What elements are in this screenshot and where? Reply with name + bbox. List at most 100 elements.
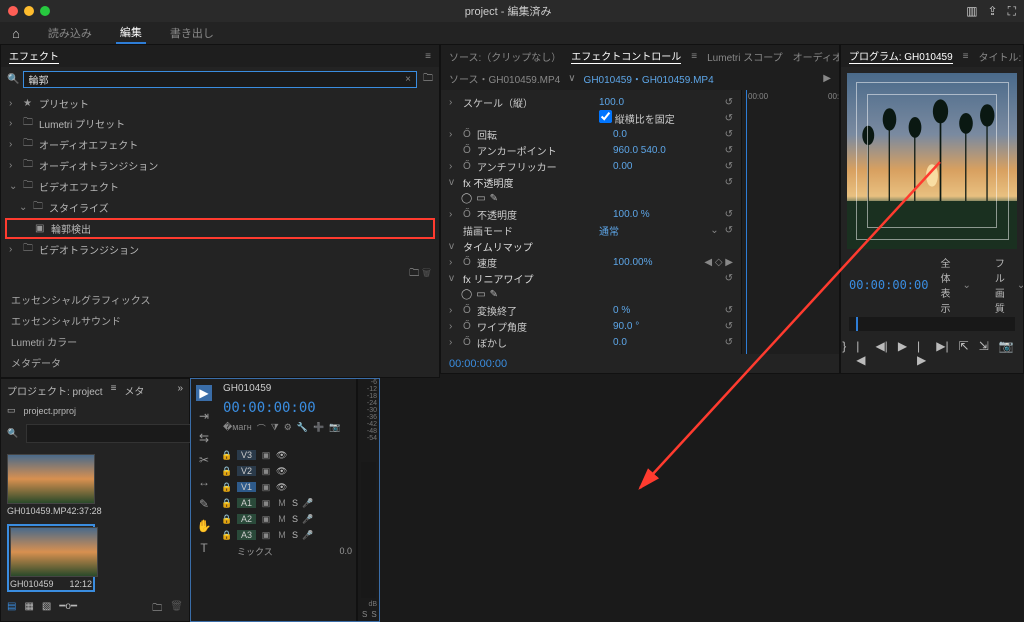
- lift-icon[interactable]: ⇱: [959, 339, 969, 367]
- collapsed-panels-list: エッセンシャルグラフィックス エッセンシャルサウンド Lumetri カラー メ…: [1, 287, 439, 378]
- mark-out-icon[interactable]: }: [842, 339, 846, 367]
- timeline-panel: ▶ ⇥ ⇆ ✂ ↔ ✎ ✋ T GH010459 00:00:00:00 �ма…: [190, 378, 380, 622]
- wrench-icon[interactable]: 🔧: [297, 422, 308, 435]
- project-file-icon: ▭: [7, 405, 16, 416]
- type-tool-icon[interactable]: T: [200, 541, 207, 555]
- project-search-input[interactable]: [26, 424, 213, 443]
- aspect-lock-checkbox[interactable]: [599, 110, 612, 123]
- minimize-icon[interactable]: [24, 6, 34, 16]
- export-frame-icon[interactable]: 📷: [999, 339, 1014, 367]
- timeline-timecode[interactable]: 00:00:00:00: [217, 398, 356, 418]
- fullscreen-icon[interactable]: ⛶: [1008, 4, 1016, 19]
- razor-tool-icon[interactable]: ✂: [199, 453, 209, 467]
- tree-audio-effects[interactable]: ›🗀オーディオエフェクト: [5, 134, 435, 155]
- window-controls[interactable]: [8, 6, 50, 16]
- bin-item[interactable]: GH010459.MP42:37:28: [7, 454, 95, 516]
- source-clip-label: ソース・GH010459.MP4: [449, 71, 560, 86]
- program-monitor: プログラム: GH010459 ≡ タイトル:（タイトルなし）: [840, 44, 1024, 374]
- sequence-name[interactable]: GH010459: [217, 379, 356, 398]
- quality-dropdown[interactable]: フル画質: [995, 255, 1005, 315]
- project-file-name: project.prproj: [24, 406, 77, 416]
- marker-icon[interactable]: ⧩: [271, 422, 279, 435]
- snap-icon[interactable]: �магн: [223, 422, 252, 435]
- new-bin-icon[interactable]: 🗀: [409, 268, 419, 279]
- tree-audio-transitions[interactable]: ›🗀オーディオトランジション: [5, 155, 435, 176]
- project-panel: プロジェクト: project ≡ メタ » ▭project.prproj 🔍…: [0, 378, 190, 622]
- linked-selection-icon[interactable]: ⌒: [257, 422, 266, 435]
- sequence-clip-label[interactable]: GH010459・GH010459.MP4: [584, 71, 714, 86]
- video-preview[interactable]: [847, 73, 1017, 249]
- tree-video-effects[interactable]: ⌄🗀ビデオエフェクト: [5, 176, 435, 197]
- reset-icon[interactable]: ↺: [725, 97, 733, 108]
- tab-effect-controls[interactable]: エフェクトコントロール: [571, 48, 681, 64]
- workspace-tabs: ⌂ 読み込み 編集 書き出し: [0, 22, 1024, 44]
- pen-tool-icon[interactable]: ✎: [199, 497, 209, 511]
- tab-title[interactable]: タイトル:（タイトルなし）: [978, 49, 1024, 64]
- trash-icon[interactable]: 🗑: [170, 601, 183, 618]
- rect-mask-icon[interactable]: ▭: [476, 193, 485, 204]
- search-icon: 🔍: [7, 428, 18, 439]
- clear-search-icon[interactable]: ×: [405, 74, 411, 85]
- tab-import[interactable]: 読み込み: [44, 23, 96, 43]
- effect-controls-timecode[interactable]: 00:00:00:00: [441, 354, 839, 374]
- share-icon[interactable]: ⇪: [988, 4, 998, 19]
- panel-lumetri-color[interactable]: Lumetri カラー: [5, 331, 435, 352]
- transport-controls: ▮ { } |◀ ◀| ▶ |▶ ▶| ⇱ ⇲ 📷 » ＋: [841, 333, 1023, 373]
- timeline-tools: ▶ ⇥ ⇆ ✂ ↔ ✎ ✋ T: [191, 379, 217, 621]
- window-title: project - 編集済み: [50, 3, 966, 19]
- step-forward-icon[interactable]: |▶: [917, 339, 926, 367]
- tree-lumetri-presets[interactable]: ›🗀Lumetri プリセット: [5, 113, 435, 134]
- audio-meters: -6 -12 -18 -24 -30 -36 -42 -48 -54 dB SS: [357, 379, 379, 621]
- program-tc-left[interactable]: 00:00:00:00: [849, 278, 928, 292]
- search-icon: 🔍: [7, 74, 19, 85]
- effect-find-edges[interactable]: ▣輪郭検出: [5, 218, 435, 239]
- ellipse-mask-icon[interactable]: ◯: [461, 193, 472, 204]
- play-icon[interactable]: ▶: [898, 339, 907, 367]
- program-scrubber[interactable]: [849, 317, 1015, 331]
- tree-stylize[interactable]: ⌄🗀スタイライズ: [5, 197, 435, 218]
- bin-item[interactable]: GH01045912:12: [7, 524, 95, 592]
- effects-panel: エフェクト ≡ 🔍 × 🗀 ›★プリセット ›🗀Lumetri プリセット ›🗀…: [0, 44, 440, 378]
- panel-essential-sound[interactable]: エッセンシャルサウンド: [5, 310, 435, 331]
- effects-search-input[interactable]: [23, 71, 417, 88]
- tab-audio-clip[interactable]: オーディオクリップ: [793, 49, 840, 64]
- go-in-icon[interactable]: |◀: [856, 339, 865, 367]
- trash-icon[interactable]: 🗑: [422, 268, 431, 279]
- tree-presets[interactable]: ›★プリセット: [5, 94, 435, 113]
- tab-project[interactable]: プロジェクト: project: [7, 383, 103, 398]
- tab-source[interactable]: ソース:（クリップなし）: [449, 49, 561, 64]
- tab-effects[interactable]: エフェクト: [9, 48, 59, 64]
- maximize-icon[interactable]: [40, 6, 50, 16]
- zoom-dropdown[interactable]: 全体表示: [940, 255, 950, 315]
- zoom-slider[interactable]: ━o━: [59, 601, 77, 618]
- tab-lumetri-scopes[interactable]: Lumetri スコープ: [707, 49, 783, 64]
- tree-video-transitions[interactable]: ›🗀ビデオトランジション: [5, 239, 435, 260]
- slip-tool-icon[interactable]: ↔: [198, 475, 210, 489]
- effect-controls-panel: ソース:（クリップなし） エフェクトコントロール ≡ Lumetri スコープ …: [440, 44, 840, 374]
- effects-tree: ›★プリセット ›🗀Lumetri プリセット ›🗀オーディオエフェクト ›🗀オ…: [1, 92, 439, 262]
- panel-menu-icon[interactable]: ≡: [691, 51, 697, 62]
- settings-icon[interactable]: ⚙: [284, 422, 292, 435]
- ripple-tool-icon[interactable]: ⇆: [199, 431, 209, 445]
- list-view-icon[interactable]: ▤: [7, 601, 16, 618]
- panel-metadata[interactable]: メタデータ: [5, 352, 435, 373]
- selection-tool-icon[interactable]: ▶: [196, 385, 211, 401]
- tab-edit[interactable]: 編集: [116, 22, 146, 44]
- home-icon[interactable]: ⌂: [8, 24, 24, 43]
- titlebar: project - 編集済み ▥ ⇪ ⛶: [0, 0, 1024, 22]
- play-only-icon[interactable]: ▶: [823, 73, 831, 84]
- tab-program[interactable]: プログラム: GH010459: [849, 48, 953, 64]
- icon-view-icon[interactable]: ▦: [24, 601, 33, 618]
- new-bin-icon[interactable]: 🗀: [423, 71, 433, 88]
- track-select-tool-icon[interactable]: ⇥: [199, 409, 209, 423]
- close-icon[interactable]: [8, 6, 18, 16]
- extract-icon[interactable]: ⇲: [979, 339, 989, 367]
- panel-essential-graphics[interactable]: エッセンシャルグラフィックス: [5, 289, 435, 310]
- go-out-icon[interactable]: ▶|: [936, 339, 948, 367]
- freeform-view-icon[interactable]: ▧: [42, 601, 51, 618]
- step-back-icon[interactable]: ◀|: [875, 339, 887, 367]
- hand-tool-icon[interactable]: ✋: [197, 519, 212, 533]
- tab-export[interactable]: 書き出し: [166, 23, 218, 43]
- workspace-icon[interactable]: ▥: [966, 4, 977, 19]
- pen-mask-icon[interactable]: ✎: [490, 193, 498, 204]
